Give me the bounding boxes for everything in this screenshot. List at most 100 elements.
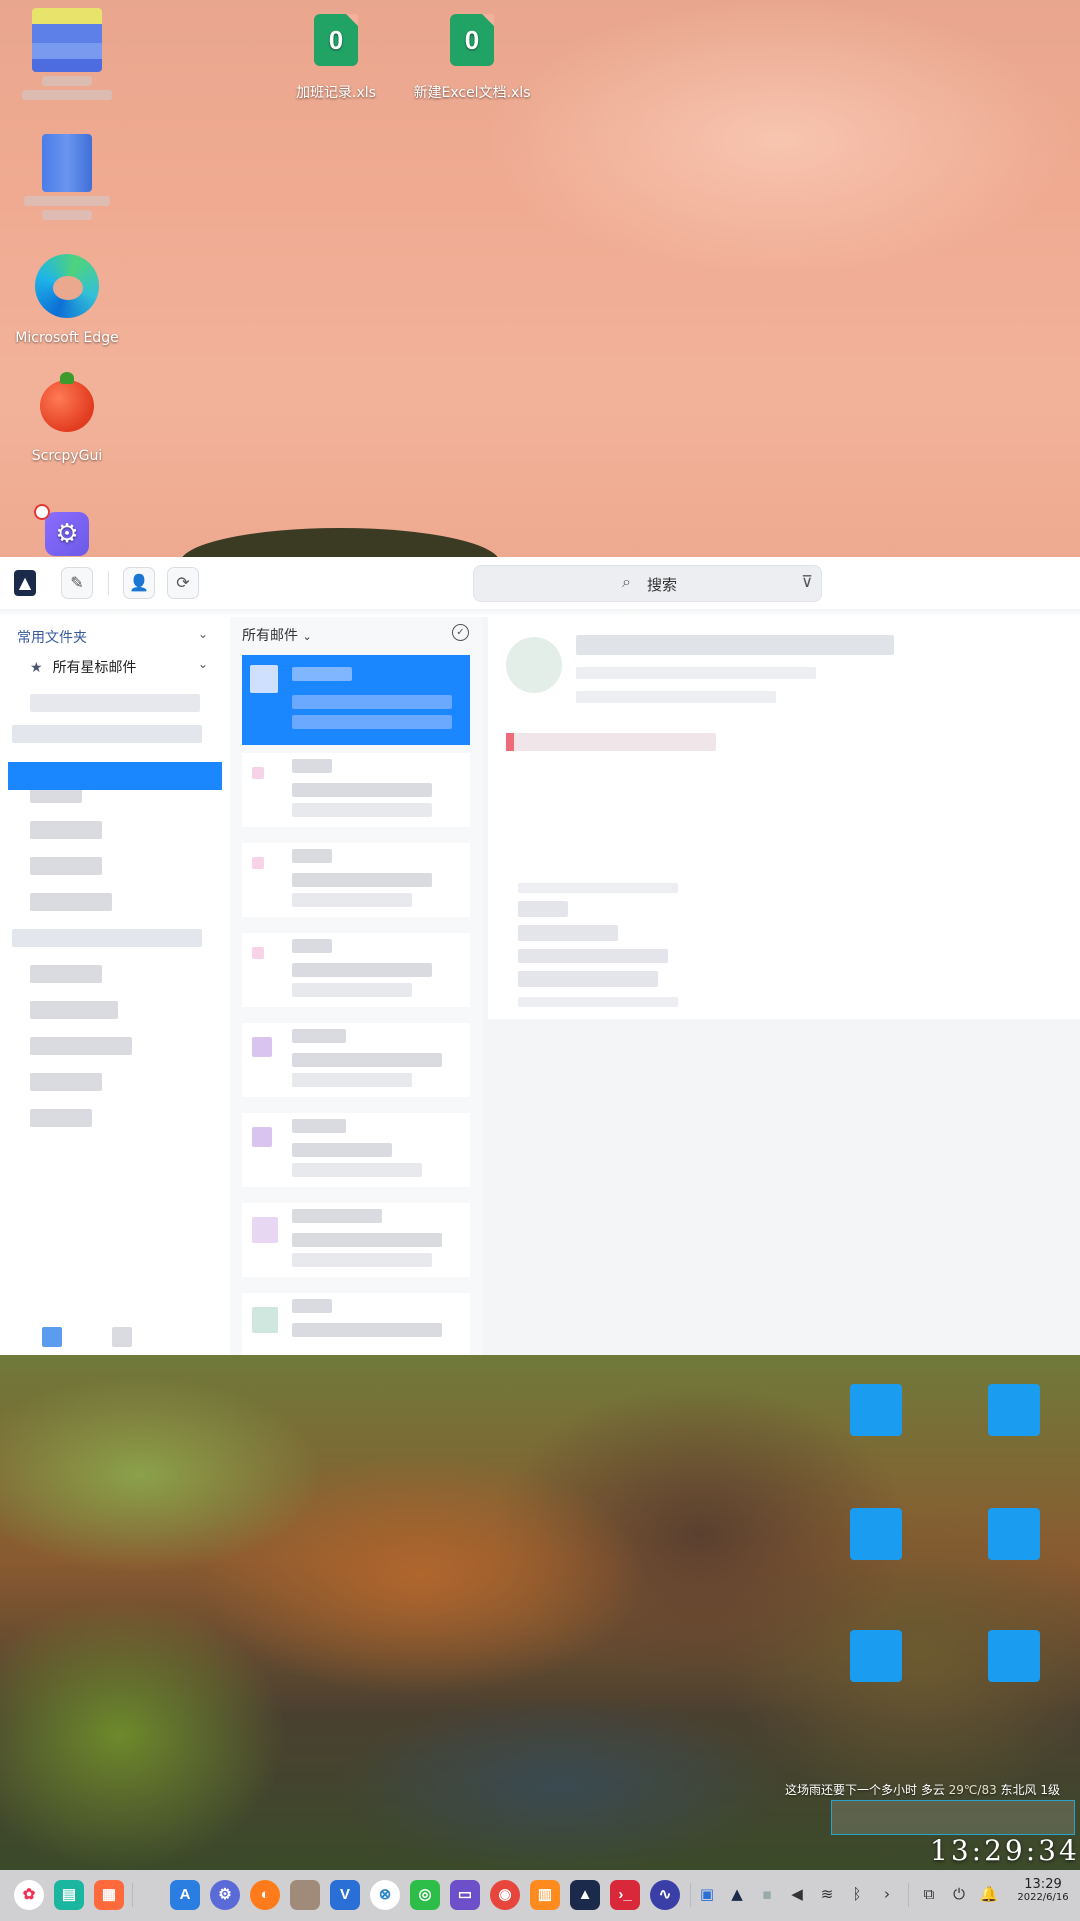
- chevron-right-icon[interactable]: ›: [876, 1883, 898, 1905]
- tray-mail-icon[interactable]: ▲: [726, 1883, 748, 1905]
- blurred-folder[interactable]: [30, 965, 102, 983]
- blurred-desktop-icon[interactable]: [988, 1508, 1040, 1560]
- settings-icon[interactable]: ⚙: [210, 1880, 240, 1910]
- weather-forecast: 这场雨还要下一个多小时 多云: [785, 1783, 945, 1797]
- tray-app-icon[interactable]: ▣: [696, 1883, 718, 1905]
- desktop-file-overtime[interactable]: 0 加班记录.xls: [290, 14, 382, 102]
- blurred-folder[interactable]: [30, 694, 200, 712]
- blurred-folder[interactable]: [30, 1073, 102, 1091]
- power-icon[interactable]: ⏻: [948, 1883, 970, 1905]
- firefox-icon[interactable]: ◐: [250, 1880, 280, 1910]
- selected-folder[interactable]: [8, 762, 222, 790]
- wifi-icon[interactable]: ≋: [816, 1883, 838, 1905]
- taskbar-divider: [132, 1883, 133, 1907]
- taskbar-clock[interactable]: 13:29 2022/6/16: [1010, 1877, 1076, 1903]
- blurred-subject: [292, 1323, 442, 1337]
- select-mode-icon[interactable]: ✓: [452, 624, 469, 641]
- blurred-folder[interactable]: [30, 893, 112, 911]
- remote-tool-icon[interactable]: ⊗: [370, 1880, 400, 1910]
- blurred-folder[interactable]: [30, 1001, 118, 1019]
- refresh-button[interactable]: ⟳: [167, 567, 199, 599]
- blurred-folder[interactable]: [30, 1037, 132, 1055]
- tomato-icon: [40, 372, 94, 432]
- list-item[interactable]: [242, 1203, 470, 1277]
- volume-icon[interactable]: ◀: [786, 1883, 808, 1905]
- tray-blurred-icon[interactable]: ▪: [756, 1883, 778, 1905]
- list-item[interactable]: [242, 1293, 470, 1355]
- sender-avatar: [506, 637, 562, 693]
- avatar: [250, 665, 278, 693]
- launcher-icon[interactable]: ✿: [14, 1880, 44, 1910]
- chevron-down-icon: ⌄: [302, 630, 312, 643]
- compose-button[interactable]: ✎: [61, 567, 93, 599]
- app-store-icon[interactable]: ▦: [94, 1880, 124, 1910]
- list-item[interactable]: [242, 655, 470, 745]
- blurred-recipient-line: [576, 691, 776, 703]
- sidebar-item-starred[interactable]: ★ 所有星标邮件: [30, 657, 137, 677]
- blurred-desktop-icon[interactable]: [850, 1384, 902, 1436]
- blurred-sender: [292, 1029, 346, 1043]
- search-input[interactable]: ⌕ 搜索 ⊽: [473, 565, 822, 602]
- blurred-bottom-icon[interactable]: [112, 1327, 132, 1347]
- folder-section-title[interactable]: 常用文件夹: [17, 627, 87, 647]
- edge-icon: [35, 254, 99, 318]
- reading-pane: [482, 617, 1080, 1355]
- list-item[interactable]: [242, 933, 470, 1007]
- blurred-desktop-icon[interactable]: [988, 1630, 1040, 1682]
- list-filter-dropdown[interactable]: 所有邮件 ⌄: [242, 625, 312, 645]
- wechat-icon[interactable]: ◎: [410, 1880, 440, 1910]
- gear-icon: ⚙: [45, 512, 89, 556]
- taskbar-time: 13:29: [1024, 1877, 1062, 1892]
- wallpaper-sky: [0, 0, 1080, 557]
- desktop-icon-blurred-1[interactable]: [20, 8, 114, 100]
- mail-sidebar: 常用文件夹 ⌄ ★ 所有星标邮件 ⌄: [0, 617, 230, 1355]
- blurred-folder[interactable]: [30, 1109, 92, 1127]
- list-item[interactable]: [242, 843, 470, 917]
- blurred-desktop-icon[interactable]: [850, 1630, 902, 1682]
- desktop-icon-settings[interactable]: ⚙: [44, 512, 90, 556]
- desktop-file-new-excel[interactable]: 0 新建Excel文档.xls: [412, 14, 532, 102]
- blurred-folder[interactable]: [30, 821, 102, 839]
- blurred-desktop-icon[interactable]: [988, 1384, 1040, 1436]
- mail-app-logo-icon[interactable]: ▲: [570, 1880, 600, 1910]
- blurred-desktop-icon[interactable]: [850, 1508, 902, 1560]
- blurred-account[interactable]: [12, 929, 202, 947]
- blurred-bottom-icon[interactable]: [42, 1327, 62, 1347]
- vscode-icon[interactable]: V: [330, 1880, 360, 1910]
- filter-icon[interactable]: ⊽: [801, 572, 813, 591]
- screenshot-icon[interactable]: ⧉: [918, 1883, 940, 1905]
- notification-bell-icon[interactable]: 🔔: [978, 1883, 1000, 1905]
- blurred-folder[interactable]: [30, 857, 102, 875]
- message-list: 所有邮件 ⌄ ✓: [230, 617, 482, 1355]
- contacts-button[interactable]: 👤: [123, 567, 155, 599]
- mail-client-icon[interactable]: A: [170, 1880, 200, 1910]
- bluetooth-icon[interactable]: ᛒ: [846, 1883, 868, 1905]
- multitask-view-icon[interactable]: ▤: [54, 1880, 84, 1910]
- taskbar-divider: [690, 1883, 691, 1907]
- blurred-preview: [292, 1253, 432, 1267]
- blurred-label: [24, 196, 110, 206]
- tag-marker: [506, 733, 514, 751]
- mail-window: ▲ ✎ 👤 ⟳ ⌕ 搜索 ⊽ 常用文件夹 ⌄ ★ 所有星标邮件 ⌄ 所有邮件 ⌄…: [0, 557, 1080, 1355]
- chevron-down-icon[interactable]: ⌄: [198, 657, 208, 671]
- desktop-icon-blurred-2[interactable]: [20, 134, 114, 220]
- chrome-icon[interactable]: ◉: [490, 1880, 520, 1910]
- list-item[interactable]: [242, 753, 470, 827]
- chevron-down-icon[interactable]: ⌄: [198, 627, 208, 641]
- desktop-icon-scrcpygui[interactable]: ScrcpyGui: [18, 372, 116, 464]
- list-item[interactable]: [242, 1113, 470, 1187]
- display-app-icon[interactable]: ▭: [450, 1880, 480, 1910]
- terminal-icon[interactable]: ›_: [610, 1880, 640, 1910]
- list-item[interactable]: [242, 1023, 470, 1097]
- avatar: [252, 857, 264, 869]
- blurred-sender: [292, 1119, 346, 1133]
- blurred-subject: [292, 783, 432, 797]
- blurred-account[interactable]: [12, 725, 202, 743]
- blurred-preview: [292, 1163, 422, 1177]
- blurred-app-icon[interactable]: [290, 1880, 320, 1910]
- package-icon[interactable]: ▥: [530, 1880, 560, 1910]
- widget-box[interactable]: [831, 1800, 1075, 1835]
- desktop-icon-edge[interactable]: Microsoft Edge: [10, 254, 124, 346]
- system-monitor-icon[interactable]: ∿: [650, 1880, 680, 1910]
- weather-temperature: 29℃/83: [948, 1783, 997, 1797]
